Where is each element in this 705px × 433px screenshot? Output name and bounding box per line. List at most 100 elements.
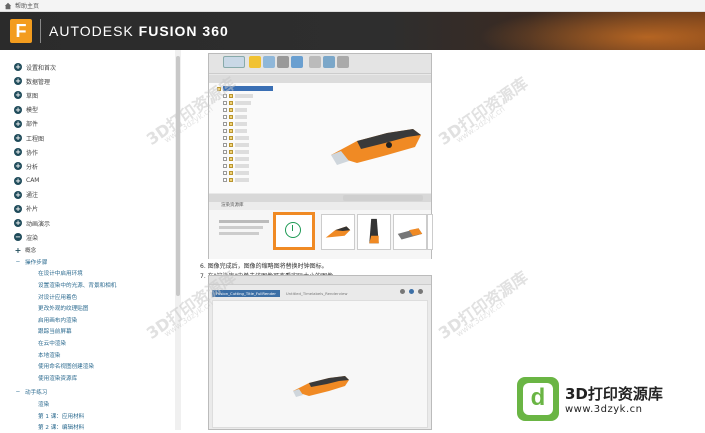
nav-item-model[interactable]: + 模型: [14, 103, 174, 117]
nav-item-label[interactable]: 通注: [26, 190, 38, 199]
nav-item-data[interactable]: + 数据管理: [14, 74, 174, 88]
nav-item-cam[interactable]: + CAM: [14, 174, 174, 188]
gallery-caption: [219, 220, 275, 235]
palette-icon: [249, 56, 261, 68]
nav-item-label[interactable]: 补片: [26, 204, 38, 213]
nav-item-label[interactable]: 分析: [26, 162, 38, 171]
nav-item-label[interactable]: CAM: [26, 177, 39, 184]
gallery-thumbnail[interactable]: [393, 214, 427, 250]
app-header: F AUTODESK FUSION 360: [0, 12, 705, 50]
nav-item-label[interactable]: 数据管理: [26, 77, 50, 86]
tool-icon: [309, 56, 321, 68]
sidebar: + 设置和首次 + 数据管理 + 草图 + 模型 + 部件 + 工程图 + 协作 + 分析 + C…: [0, 50, 183, 433]
expand-plus-icon[interactable]: +: [14, 119, 22, 128]
expand-plus-icon[interactable]: +: [14, 204, 22, 213]
nav-link[interactable]: 使用命名视图创建渲染: [14, 360, 174, 372]
nav-item-analysis[interactable]: + 分析: [14, 159, 174, 173]
render-icon: [291, 56, 303, 68]
nav-item-label[interactable]: 模型: [26, 105, 38, 114]
info-icon[interactable]: [409, 289, 414, 294]
utility-knife-render: [293, 376, 349, 397]
brand-prefix: AUTODESK: [49, 23, 134, 39]
nav-link[interactable]: 对设计应用着色: [14, 291, 174, 303]
gallery-thumbnail[interactable]: [321, 214, 355, 250]
nav-sub-procedures[interactable]: − 操作步骤: [14, 256, 174, 268]
gallery-thumbnail-selected[interactable]: [273, 212, 315, 250]
nav-item-sketch[interactable]: + 草图: [14, 88, 174, 102]
camera-icon: [277, 56, 289, 68]
clock-icon: [285, 222, 301, 238]
nav-sub-label[interactable]: 操作步骤: [25, 258, 47, 266]
expand-plus-icon[interactable]: +: [14, 77, 22, 86]
nav-link[interactable]: 设置渲染中的光源、背景和相机: [14, 279, 174, 291]
expand-plus-icon[interactable]: +: [14, 134, 22, 143]
settings-icon[interactable]: [418, 289, 423, 294]
utility-knife-render: [331, 129, 421, 165]
nav-link[interactable]: 第 1 课：应用材料: [14, 410, 174, 422]
embedded-toolbar: [209, 54, 431, 74]
viewer-title-bar: [209, 276, 431, 285]
nav-item-label[interactable]: 协作: [26, 148, 38, 157]
tree-row: [217, 92, 431, 99]
brand-product: FUSION 360: [138, 23, 229, 39]
view-navigation-bar: [343, 195, 423, 201]
collapse-dash-icon[interactable]: −: [14, 259, 22, 265]
fusion-logo-icon: F: [10, 19, 32, 43]
nav-sub-label[interactable]: 动手练习: [25, 388, 47, 396]
viewer-tab[interactable]: Untitled_Timelabels_Renderview: [286, 291, 348, 296]
tree-row: [217, 99, 431, 106]
expand-plus-icon[interactable]: +: [14, 63, 22, 72]
sidebar-scrollbar-thumb[interactable]: [176, 56, 180, 296]
screenshot-render-gallery: 渲染资源库: [208, 53, 433, 259]
nav-link[interactable]: 在设计中启用环境: [14, 268, 174, 280]
nav-item-animation[interactable]: + 动画演示: [14, 216, 174, 230]
screenshot-render-viewer: Fusion_Cutting_Title_FullRender Untitled…: [208, 275, 432, 430]
render-gallery-strip: [209, 210, 433, 259]
site-logo-title: 3D打印资源库: [565, 385, 663, 403]
nav-item-label[interactable]: 部件: [26, 119, 38, 128]
nav-link[interactable]: 使用渲染资源库: [14, 372, 174, 384]
nav-item-collab[interactable]: + 协作: [14, 145, 174, 159]
home-icon[interactable]: [4, 2, 12, 10]
site-logo: d 3D打印资源库 www.3dzyk.cn: [517, 368, 705, 430]
gallery-title: 渲染资源库: [209, 202, 431, 210]
nav-item-label[interactable]: 草图: [26, 91, 38, 100]
nav-link[interactable]: 第 2 课：编辑材料: [14, 421, 174, 433]
collapse-minus-icon[interactable]: −: [14, 233, 22, 242]
nav-item-annotate[interactable]: + 通注: [14, 188, 174, 202]
nav-tree: + 设置和首次 + 数据管理 + 草图 + 模型 + 部件 + 工程图 + 协作 + 分析 + C…: [14, 60, 174, 433]
header-divider: [40, 19, 41, 43]
nav-item-label[interactable]: 动画演示: [26, 219, 50, 228]
breadcrumb-home-link[interactable]: 帮助主页: [15, 1, 39, 10]
expand-plus-icon[interactable]: +: [14, 148, 22, 157]
nav-link[interactable]: 渲染: [14, 398, 174, 410]
expand-plus-icon[interactable]: +: [14, 176, 22, 185]
gallery-thumbnail[interactable]: [357, 214, 391, 250]
nav-sub-practice[interactable]: − 动手练习: [14, 387, 174, 399]
nav-item-patch[interactable]: + 补片: [14, 202, 174, 216]
nav-item-label[interactable]: 渲染: [26, 233, 38, 242]
expand-plus-icon[interactable]: +: [14, 91, 22, 100]
expand-plus-icon[interactable]: +: [14, 219, 22, 228]
embedded-browser-panel: [209, 75, 431, 193]
nav-link[interactable]: 本地渲染: [14, 349, 174, 361]
tree-row: [217, 106, 431, 113]
gallery-thumbnail[interactable]: [427, 214, 433, 250]
nav-item-setup[interactable]: + 设置和首次: [14, 60, 174, 74]
expand-plus-icon[interactable]: +: [14, 105, 22, 114]
expand-plus-icon[interactable]: +: [14, 162, 22, 171]
nav-item-label[interactable]: 工程图: [26, 134, 44, 143]
browser-title-bar: [209, 75, 431, 83]
collapse-dash-icon[interactable]: −: [14, 389, 22, 395]
site-logo-icon: d: [517, 377, 559, 421]
nav-link[interactable]: 更改外观的纹理贴图: [14, 302, 174, 314]
expand-plus-icon[interactable]: +: [14, 246, 22, 255]
nav-item-label[interactable]: 设置和首次: [26, 63, 56, 72]
nav-sub-label[interactable]: 概念: [25, 246, 36, 254]
tree-row: [217, 85, 431, 92]
nav-item-render[interactable]: − 渲染: [14, 230, 174, 244]
nav-sub-concepts[interactable]: + 概念: [14, 244, 174, 256]
tool-icon: [323, 56, 335, 68]
share-icon[interactable]: [400, 289, 405, 294]
expand-plus-icon[interactable]: +: [14, 190, 22, 199]
